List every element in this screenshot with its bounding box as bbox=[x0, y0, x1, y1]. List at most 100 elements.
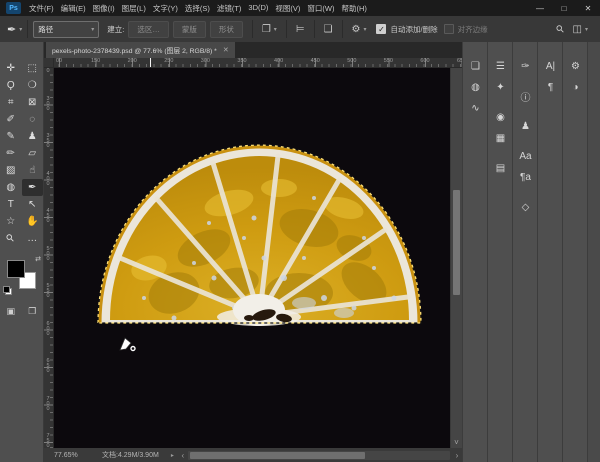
maximize-button[interactable]: □ bbox=[552, 0, 576, 16]
libraries-panel-icon[interactable]: ▤ bbox=[488, 158, 513, 179]
swap-colors-icon[interactable]: ⇄ bbox=[35, 255, 41, 263]
horizontal-scrollbar[interactable] bbox=[188, 451, 450, 460]
pen-tool[interactable]: ✒ bbox=[22, 179, 44, 196]
canvas[interactable] bbox=[54, 68, 450, 448]
hand-tool[interactable]: ✋ bbox=[22, 213, 44, 230]
sponge-tool[interactable]: ◍ bbox=[0, 179, 22, 196]
eraser-tool[interactable]: ▱ bbox=[22, 145, 44, 162]
scroll-down-arrow-icon[interactable]: ˅ bbox=[451, 436, 462, 448]
paragraph-panel-icon[interactable]: ¶ bbox=[538, 77, 563, 98]
quick-selection-tool[interactable]: ❍ bbox=[22, 77, 44, 94]
horizontal-scrollbar-thumb[interactable] bbox=[190, 452, 366, 459]
character-panel-icon[interactable]: A| bbox=[538, 56, 563, 77]
vertical-scrollbar[interactable]: ˅ bbox=[450, 68, 462, 448]
character-styles-panel-icon[interactable]: Aa bbox=[513, 146, 538, 167]
scroll-left-arrow-icon[interactable]: ‹ bbox=[178, 451, 188, 460]
adjustments-panel-icon[interactable]: ☰ bbox=[488, 56, 513, 77]
smudge-tool[interactable]: ☝ bbox=[22, 162, 44, 179]
menu-item[interactable]: 3D(D) bbox=[248, 3, 268, 14]
close-button[interactable]: ✕ bbox=[576, 0, 600, 16]
window-controls: — □ ✕ bbox=[528, 0, 600, 16]
menu-item[interactable]: 文件(F) bbox=[29, 3, 54, 14]
path-arrangement-button[interactable]: ❏ bbox=[324, 24, 333, 35]
make-shape-button[interactable]: 形状 bbox=[210, 21, 243, 38]
vertical-ruler[interactable]: 250300350400450500550600650700750 bbox=[44, 68, 54, 448]
menu-item[interactable]: 滤镜(T) bbox=[217, 3, 242, 14]
dock-group: A|¶ bbox=[538, 56, 562, 98]
elliptical-marquee-tool[interactable]: ◌ bbox=[22, 111, 44, 128]
foreground-color-swatch[interactable] bbox=[7, 260, 25, 278]
rect-marquee-tool[interactable]: ⬚ bbox=[22, 60, 44, 77]
chevron-down-icon: ▾ bbox=[19, 26, 22, 33]
mixer-brush-tool[interactable]: ✏ bbox=[0, 145, 22, 162]
clone-source-panel-icon[interactable]: ♟ bbox=[513, 116, 538, 137]
zoom-level-field[interactable]: 77.65% bbox=[54, 452, 88, 459]
paragraph-styles-panel-icon[interactable]: ¶a bbox=[513, 167, 538, 188]
menu-item[interactable]: 视图(V) bbox=[275, 3, 300, 14]
crop-tool[interactable]: ⌗ bbox=[0, 94, 22, 111]
menu-item[interactable]: 图像(I) bbox=[93, 3, 115, 14]
document-tab-bar: pexels-photo-2378439.psd @ 77.6% (图层 2, … bbox=[44, 42, 462, 58]
direct-selection-tool[interactable]: ↖ bbox=[22, 196, 44, 213]
3d-panel-icon[interactable]: ◇ bbox=[513, 197, 538, 218]
make-mask-button[interactable]: 蒙版 bbox=[173, 21, 206, 38]
quick-mask-button[interactable]: ▣ bbox=[0, 303, 22, 320]
screen-mode-button[interactable]: ❐ bbox=[22, 303, 44, 320]
document-tab[interactable]: pexels-photo-2378439.psd @ 77.6% (图层 2, … bbox=[46, 42, 235, 58]
scroll-right-arrow-icon[interactable]: › bbox=[452, 451, 462, 460]
layers-panel-icon[interactable]: ❏ bbox=[463, 56, 488, 77]
dock-column: A|¶ bbox=[537, 42, 562, 462]
properties-panel-icon[interactable]: ⚙ bbox=[563, 56, 588, 77]
workspace-icon: ◫ bbox=[573, 24, 582, 35]
path-alignment-button[interactable]: ⊨ bbox=[296, 24, 305, 35]
color-panel-icon[interactable]: ◉ bbox=[488, 107, 513, 128]
brush-settings-panel-icon[interactable]: ✑ bbox=[513, 56, 538, 77]
ruler-corner bbox=[44, 58, 54, 68]
ruler-label: 600 bbox=[420, 58, 429, 64]
menu-item[interactable]: 选择(S) bbox=[185, 3, 210, 14]
info-panel-icon[interactable]: ⓘ bbox=[513, 86, 538, 107]
swatches-panel-icon[interactable]: ▦ bbox=[488, 128, 513, 149]
pen-mode-dropdown[interactable]: 路径 ▾ bbox=[33, 21, 99, 38]
channels-panel-icon[interactable]: ◍ bbox=[463, 77, 488, 98]
dock-group: ⓘ bbox=[513, 86, 537, 107]
tab-close-icon[interactable]: ✕ bbox=[223, 46, 229, 54]
custom-shape-tool[interactable]: ☆ bbox=[0, 213, 22, 230]
vertical-scrollbar-thumb[interactable] bbox=[453, 190, 460, 295]
clone-stamp-tool[interactable]: ♟ bbox=[22, 128, 44, 145]
document-tab-title: pexels-photo-2378439.psd @ 77.6% (图层 2, … bbox=[52, 45, 217, 55]
gradient-tool[interactable]: ▨ bbox=[0, 162, 22, 179]
type-tool[interactable]: T bbox=[0, 196, 22, 213]
move-tool[interactable]: ✛ bbox=[0, 60, 22, 77]
align-edges-checkbox[interactable] bbox=[444, 24, 454, 34]
workspace-switcher[interactable]: ◫ ▾ bbox=[573, 24, 588, 35]
auto-add-delete-checkbox[interactable]: ✓ bbox=[376, 24, 386, 34]
menu-item[interactable]: 帮助(H) bbox=[342, 3, 367, 14]
tool-preset-picker[interactable]: ✒ ▾ bbox=[7, 23, 22, 36]
paths-panel-icon[interactable]: ∿ bbox=[463, 98, 488, 119]
minimize-button[interactable]: — bbox=[528, 0, 552, 16]
magic-wand-tool[interactable]: ⊠ bbox=[22, 94, 44, 111]
brush-tool[interactable]: ✎ bbox=[0, 128, 22, 145]
search-button[interactable]: ⚲ bbox=[557, 24, 564, 35]
make-selection-button[interactable]: 选区… bbox=[128, 21, 169, 38]
tool-row: ✎♟ bbox=[0, 128, 43, 145]
pen-options-gear-button[interactable]: ⚙ ▾ bbox=[352, 24, 367, 35]
path-operations-button[interactable]: ❐ ▾ bbox=[262, 24, 277, 35]
more-tools[interactable]: … bbox=[22, 230, 44, 247]
default-colors-icon[interactable] bbox=[3, 286, 12, 295]
status-flyout-icon[interactable]: ▸ bbox=[171, 452, 174, 459]
horizontal-ruler[interactable]: 00150200250300350400450500550600650 bbox=[54, 58, 462, 68]
zoom-tool[interactable]: ⚲ bbox=[0, 230, 22, 247]
styles-panel-icon[interactable]: ✦ bbox=[488, 77, 513, 98]
navigator-panel-icon[interactable]: ◑ bbox=[563, 77, 588, 98]
lasso-tool[interactable]: Ϙ bbox=[0, 77, 22, 94]
menu-item[interactable]: 窗口(W) bbox=[307, 3, 334, 14]
auto-add-delete-label: 自动添加/删除 bbox=[390, 24, 437, 35]
eyedropper-tool[interactable]: ✐ bbox=[0, 111, 22, 128]
menu-item[interactable]: 文字(Y) bbox=[153, 3, 178, 14]
menu-item[interactable]: 图层(L) bbox=[122, 3, 146, 14]
menu-item[interactable]: 编辑(E) bbox=[61, 3, 86, 14]
ruler-label: 500 bbox=[45, 246, 51, 261]
status-bar: 77.65% 文档:4.29M/3.90M ▸ ‹ › bbox=[44, 448, 462, 462]
